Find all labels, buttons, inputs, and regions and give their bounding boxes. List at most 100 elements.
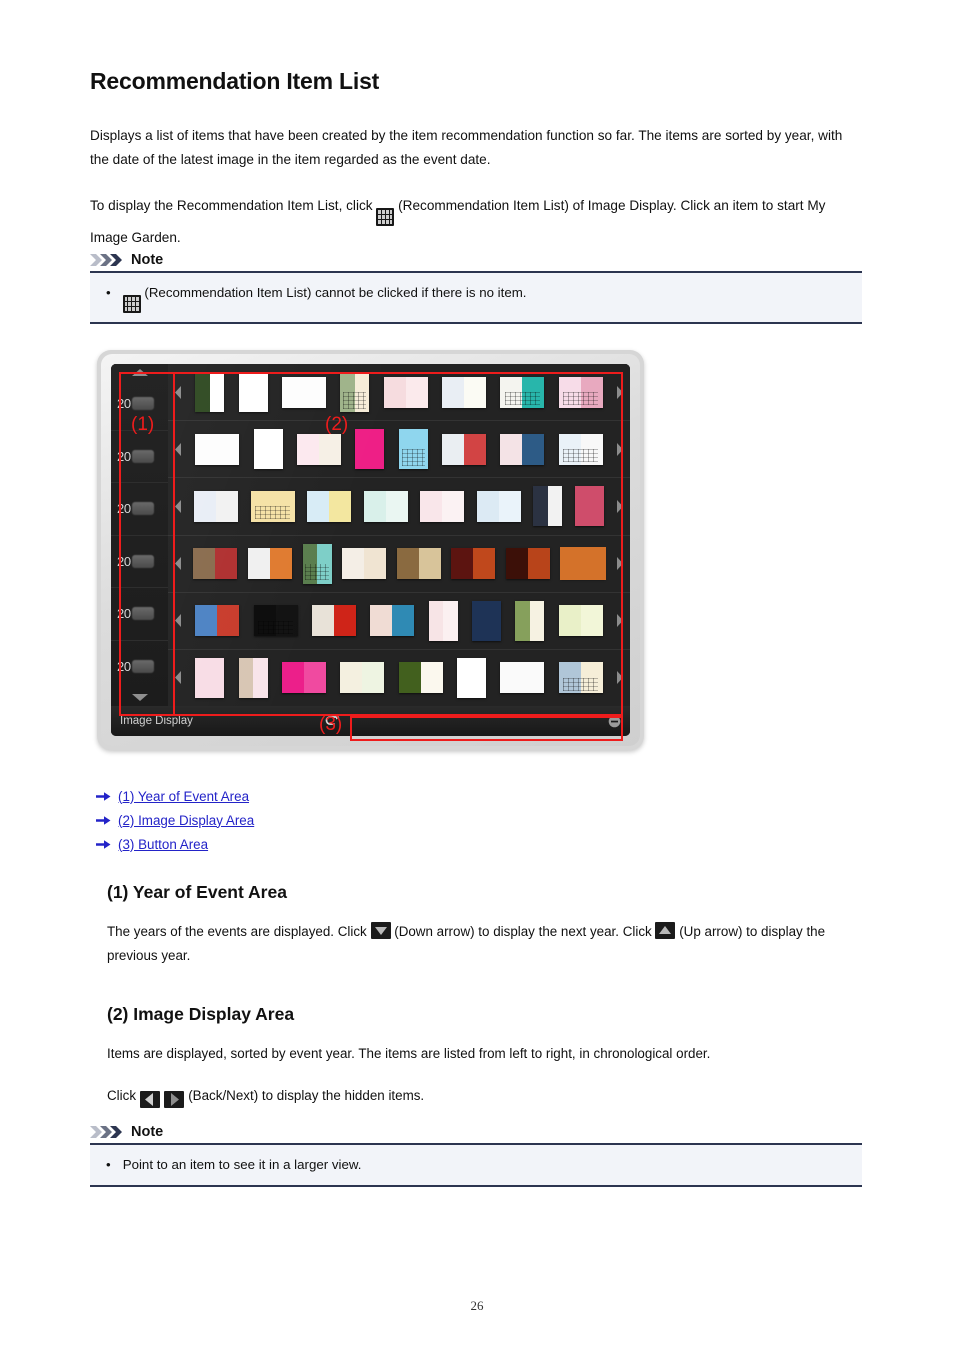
minimize-button[interactable]: [608, 715, 621, 728]
item-thumbnail[interactable]: [340, 372, 370, 413]
item-thumbnail[interactable]: [311, 605, 356, 637]
item-thumbnail[interactable]: [253, 429, 283, 470]
item-thumbnail[interactable]: [383, 376, 428, 408]
year-redacted-mask: [131, 554, 154, 568]
item-thumbnail[interactable]: [247, 548, 292, 580]
back-arrow-icon: [175, 671, 181, 685]
item-thumbnail[interactable]: [342, 548, 387, 580]
item-thumbnail[interactable]: [558, 662, 603, 694]
row-back-button[interactable]: [170, 499, 187, 514]
yoea-text-1: The years of the events are displayed. C…: [107, 924, 367, 939]
thumbnail-left-page: [558, 662, 581, 694]
related-link-1[interactable]: (1) Year of Event Area: [118, 789, 249, 804]
button-area: Image Display: [111, 706, 630, 736]
item-thumbnail[interactable]: [428, 600, 458, 641]
row-next-button[interactable]: [611, 556, 628, 571]
item-thumbnail[interactable]: [307, 490, 352, 522]
item-thumbnail[interactable]: [472, 600, 502, 641]
item-thumbnail[interactable]: [194, 490, 239, 522]
thumbnail-left-page: [398, 429, 414, 470]
item-thumbnail[interactable]: [340, 662, 385, 694]
item-thumbnail[interactable]: [451, 548, 496, 580]
item-thumbnail[interactable]: [533, 486, 563, 527]
year-up-arrow-button[interactable]: [111, 367, 168, 378]
row-back-button[interactable]: [170, 442, 187, 457]
next-arrow-icon: [617, 385, 623, 399]
row-back-button[interactable]: [170, 670, 187, 685]
up-arrow-icon: [655, 922, 676, 939]
item-thumbnail[interactable]: [195, 433, 240, 465]
row-next-button[interactable]: [611, 670, 628, 685]
item-thumbnail[interactable]: [558, 433, 603, 465]
thumbnail-right-page: [522, 662, 545, 694]
item-thumbnail[interactable]: [420, 490, 465, 522]
item-thumbnail[interactable]: [457, 657, 487, 698]
item-thumbnail[interactable]: [281, 662, 326, 694]
row-next-button[interactable]: [611, 442, 628, 457]
thumbnail-left-page: [560, 548, 583, 580]
item-thumbnail[interactable]: [500, 662, 545, 694]
item-thumbnail[interactable]: [238, 372, 268, 413]
thumbnail-right-page: [580, 605, 603, 637]
item-thumbnail[interactable]: [500, 433, 545, 465]
item-thumbnail[interactable]: [281, 376, 326, 408]
item-thumbnail[interactable]: [442, 376, 487, 408]
row-next-button[interactable]: [611, 613, 628, 628]
item-thumbnail[interactable]: [476, 490, 521, 522]
thumbnail-left-page: [500, 433, 523, 465]
thumbnail-right-page: [529, 600, 545, 641]
year-redacted-mask: [131, 449, 154, 463]
note-block-1: Note • (Recommendation Item List) cannot…: [90, 252, 862, 324]
thumbnail-left-page: [296, 433, 319, 465]
row-back-button[interactable]: [170, 556, 187, 571]
item-thumbnail[interactable]: [193, 548, 238, 580]
item-thumbnail[interactable]: [558, 376, 603, 408]
item-thumbnail[interactable]: [506, 548, 551, 580]
paragraph-image-display-area-1: Items are displayed, sorted by event yea…: [107, 1046, 711, 1061]
item-thumbnail[interactable]: [238, 657, 268, 698]
year-item[interactable]: 20: [111, 587, 168, 640]
link-arrow-icon: [96, 839, 118, 850]
year-item[interactable]: 20: [111, 534, 168, 588]
year-item[interactable]: 20: [111, 482, 168, 535]
row-next-button[interactable]: [611, 385, 628, 400]
item-thumbnail[interactable]: [574, 486, 604, 527]
item-thumbnail[interactable]: [559, 547, 606, 581]
thumbnail-right-page: [303, 376, 326, 408]
item-thumbnail[interactable]: [558, 605, 603, 637]
item-thumbnail[interactable]: [500, 376, 545, 408]
year-item[interactable]: 20: [111, 639, 168, 693]
item-thumbnail[interactable]: [515, 600, 545, 641]
item-thumbnail[interactable]: [195, 605, 240, 637]
thumbnail-right-page: [362, 662, 385, 694]
row-next-button[interactable]: [611, 499, 628, 514]
row-back-button[interactable]: [170, 613, 187, 628]
item-thumbnail[interactable]: [396, 548, 441, 580]
item-thumbnail[interactable]: [370, 605, 415, 637]
year-item[interactable]: 20: [111, 429, 168, 483]
item-thumbnail[interactable]: [195, 372, 225, 413]
item-thumbnail[interactable]: [398, 429, 428, 470]
image-display-area: [168, 364, 630, 706]
thumbnail-left-page: [476, 490, 499, 522]
note-2-header: Note: [90, 1124, 862, 1143]
note-1-title: Note: [131, 252, 164, 268]
item-thumbnail[interactable]: [250, 490, 295, 522]
down-arrow-icon: [131, 694, 148, 701]
item-thumbnail[interactable]: [253, 605, 298, 637]
related-link-3[interactable]: (3) Button Area: [118, 837, 208, 852]
item-thumbnail[interactable]: [355, 429, 385, 470]
item-thumbnail[interactable]: [296, 433, 341, 465]
item-thumbnail[interactable]: [302, 543, 332, 584]
item-thumbnail[interactable]: [398, 662, 443, 694]
thumbnail-left-page: [250, 490, 273, 522]
related-link-2[interactable]: (2) Image Display Area: [118, 813, 254, 828]
item-thumbnail[interactable]: [442, 433, 487, 465]
item-thumbnail[interactable]: [363, 490, 408, 522]
row-back-button[interactable]: [170, 385, 187, 400]
recommendation-item-list-icon: [376, 208, 395, 226]
item-thumbnail[interactable]: [195, 657, 225, 698]
up-arrow-icon: [131, 369, 148, 376]
year-down-arrow-button[interactable]: [111, 692, 168, 703]
thumbnail-left-page: [355, 429, 370, 470]
